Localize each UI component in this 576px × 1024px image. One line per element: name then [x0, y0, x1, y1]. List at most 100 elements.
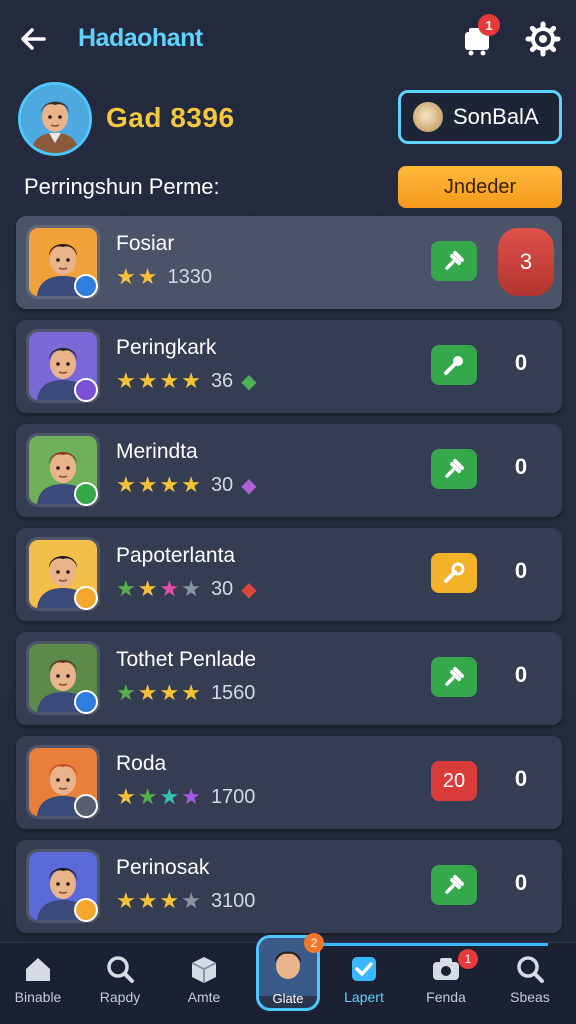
scan-button-label: SonBalA — [453, 104, 539, 129]
tool-button[interactable] — [431, 553, 477, 593]
box-icon — [188, 953, 220, 985]
check-icon — [348, 953, 380, 985]
notification-badge: 2 — [304, 933, 324, 953]
wrench-icon — [444, 562, 465, 583]
count-value: 0 — [514, 662, 528, 687]
level-badge-icon — [74, 898, 98, 922]
star-icon: ★ — [181, 368, 201, 393]
points-value: 1330 — [167, 265, 212, 288]
count-value: 0 — [514, 350, 528, 375]
profile-portrait-icon — [21, 85, 89, 153]
search-icon — [104, 953, 136, 985]
cart-button[interactable]: 1 — [458, 14, 500, 58]
level-badge-icon — [74, 482, 98, 506]
key-button[interactable] — [431, 345, 477, 385]
player-name: Merindta — [116, 440, 198, 463]
home-icon — [22, 953, 54, 985]
nav-item-6[interactable]: Sbeas — [494, 953, 566, 1019]
points-value: 3100 — [210, 889, 256, 912]
count-value: 0 — [514, 558, 528, 583]
rating: ★ ★ ★ ★ 3100 — [116, 888, 255, 914]
level-badge-icon — [74, 690, 98, 714]
rating: ★ ★ ★ ★ 1560 — [116, 680, 255, 706]
count-value: 3 — [498, 228, 554, 296]
nav-highlight — [320, 943, 548, 946]
player-name: Tothet Penlade — [116, 648, 257, 671]
nav-label: Fenda — [426, 989, 466, 1005]
reward-button[interactable]: 20 — [431, 761, 477, 801]
star-icon: ★ — [116, 264, 136, 289]
star-icon: ★ — [159, 784, 180, 809]
star-icon: ★ — [159, 576, 180, 601]
search-icon — [514, 953, 546, 985]
nav-label: Lapert — [344, 989, 384, 1005]
level-badge-icon — [74, 794, 98, 818]
nav-item-0[interactable]: Binable — [2, 953, 74, 1019]
star-icon: ★ — [137, 472, 158, 497]
arrow-left-icon — [21, 28, 46, 50]
star-icon: ★ — [159, 472, 180, 497]
star-icon: ★ — [137, 784, 158, 809]
list-item[interactable]: Tothet Penlade ★ ★ ★ ★ 1560 0 — [16, 632, 562, 725]
nav-item-2[interactable]: Amte — [168, 953, 240, 1019]
nav-label: Binable — [14, 989, 62, 1005]
star-icon: ★ — [137, 576, 158, 601]
scan-button[interactable]: SonBalA — [398, 90, 562, 144]
list-item[interactable]: Perinosak ★ ★ ★ ★ 3100 0 — [16, 840, 562, 933]
rating: ★ ★ ★ ★ 1700 — [116, 784, 255, 810]
star-icon: ★ — [116, 888, 136, 913]
star-icon: ★ — [181, 888, 201, 913]
pin-button[interactable] — [431, 241, 477, 281]
pin-icon — [445, 251, 464, 270]
count-value: 0 — [514, 870, 528, 895]
coin-icon — [413, 102, 443, 132]
star-icon: ★ — [137, 368, 158, 393]
rating: ★ ★ ★ ★ 30 ◆ — [116, 576, 257, 602]
star-icon: ★ — [181, 472, 201, 497]
player-name: Fosiar — [116, 232, 175, 255]
count-value: 0 — [514, 454, 528, 479]
level-badge-icon — [74, 586, 98, 610]
points-value: 1560 — [210, 681, 256, 704]
rating: ★ ★ 1330 — [116, 264, 212, 290]
list-item[interactable]: Peringkark ★ ★ ★ ★ 36 ◆ 0 — [16, 320, 562, 413]
gem-icon: ◆ — [241, 370, 257, 393]
nav-item-1[interactable]: Rapdy — [84, 953, 156, 1019]
list-item[interactable]: Merindta ★ ★ ★ ★ 30 ◆ 0 — [16, 424, 562, 517]
pin-button[interactable] — [431, 449, 477, 489]
player-name: Perinosak — [116, 856, 210, 879]
points-value: 30 — [210, 577, 234, 600]
star-icon: ★ — [137, 680, 158, 705]
star-icon: ★ — [181, 784, 201, 809]
list-item[interactable]: Fosiar ★ ★ 1330 3 — [16, 216, 562, 309]
nav-item-4[interactable]: Lapert — [328, 953, 400, 1019]
top-bar: Hadaohant 1 — [0, 0, 576, 76]
star-icon: ★ — [116, 576, 136, 601]
player-name: Peringkark — [116, 336, 217, 359]
nav-label: Rapdy — [99, 989, 141, 1005]
update-button[interactable]: Jndeder — [398, 166, 562, 208]
rating: ★ ★ ★ ★ 36 ◆ — [116, 368, 257, 394]
star-icon: ★ — [159, 680, 180, 705]
level-badge-icon — [74, 274, 98, 298]
pin-button[interactable] — [431, 657, 477, 697]
star-icon: ★ — [159, 368, 180, 393]
gem-icon: ◆ — [241, 474, 257, 497]
pin-icon — [445, 667, 464, 686]
key-icon — [444, 356, 463, 375]
list-item[interactable]: Papoterlanta ★ ★ ★ ★ 30 ◆ 0 — [16, 528, 562, 621]
back-button[interactable] — [14, 20, 52, 58]
star-icon: ★ — [159, 888, 180, 913]
points-value: 1700 — [210, 785, 256, 808]
settings-button[interactable] — [524, 20, 562, 58]
star-icon: ★ — [116, 472, 136, 497]
star-icon: ★ — [116, 784, 136, 809]
bottom-navigation: Binable Rapdy Amte Glate 2 Lapert Fenda 1 Sbeas — [0, 933, 576, 1024]
gem-icon: ◆ — [241, 578, 257, 601]
list-item[interactable]: Roda ★ ★ ★ ★ 1700 20 0 — [16, 736, 562, 829]
star-icon: ★ — [116, 680, 136, 705]
pin-button[interactable] — [431, 865, 477, 905]
gear-icon — [525, 21, 561, 57]
star-icon: ★ — [181, 576, 201, 601]
avatar[interactable] — [18, 82, 92, 156]
